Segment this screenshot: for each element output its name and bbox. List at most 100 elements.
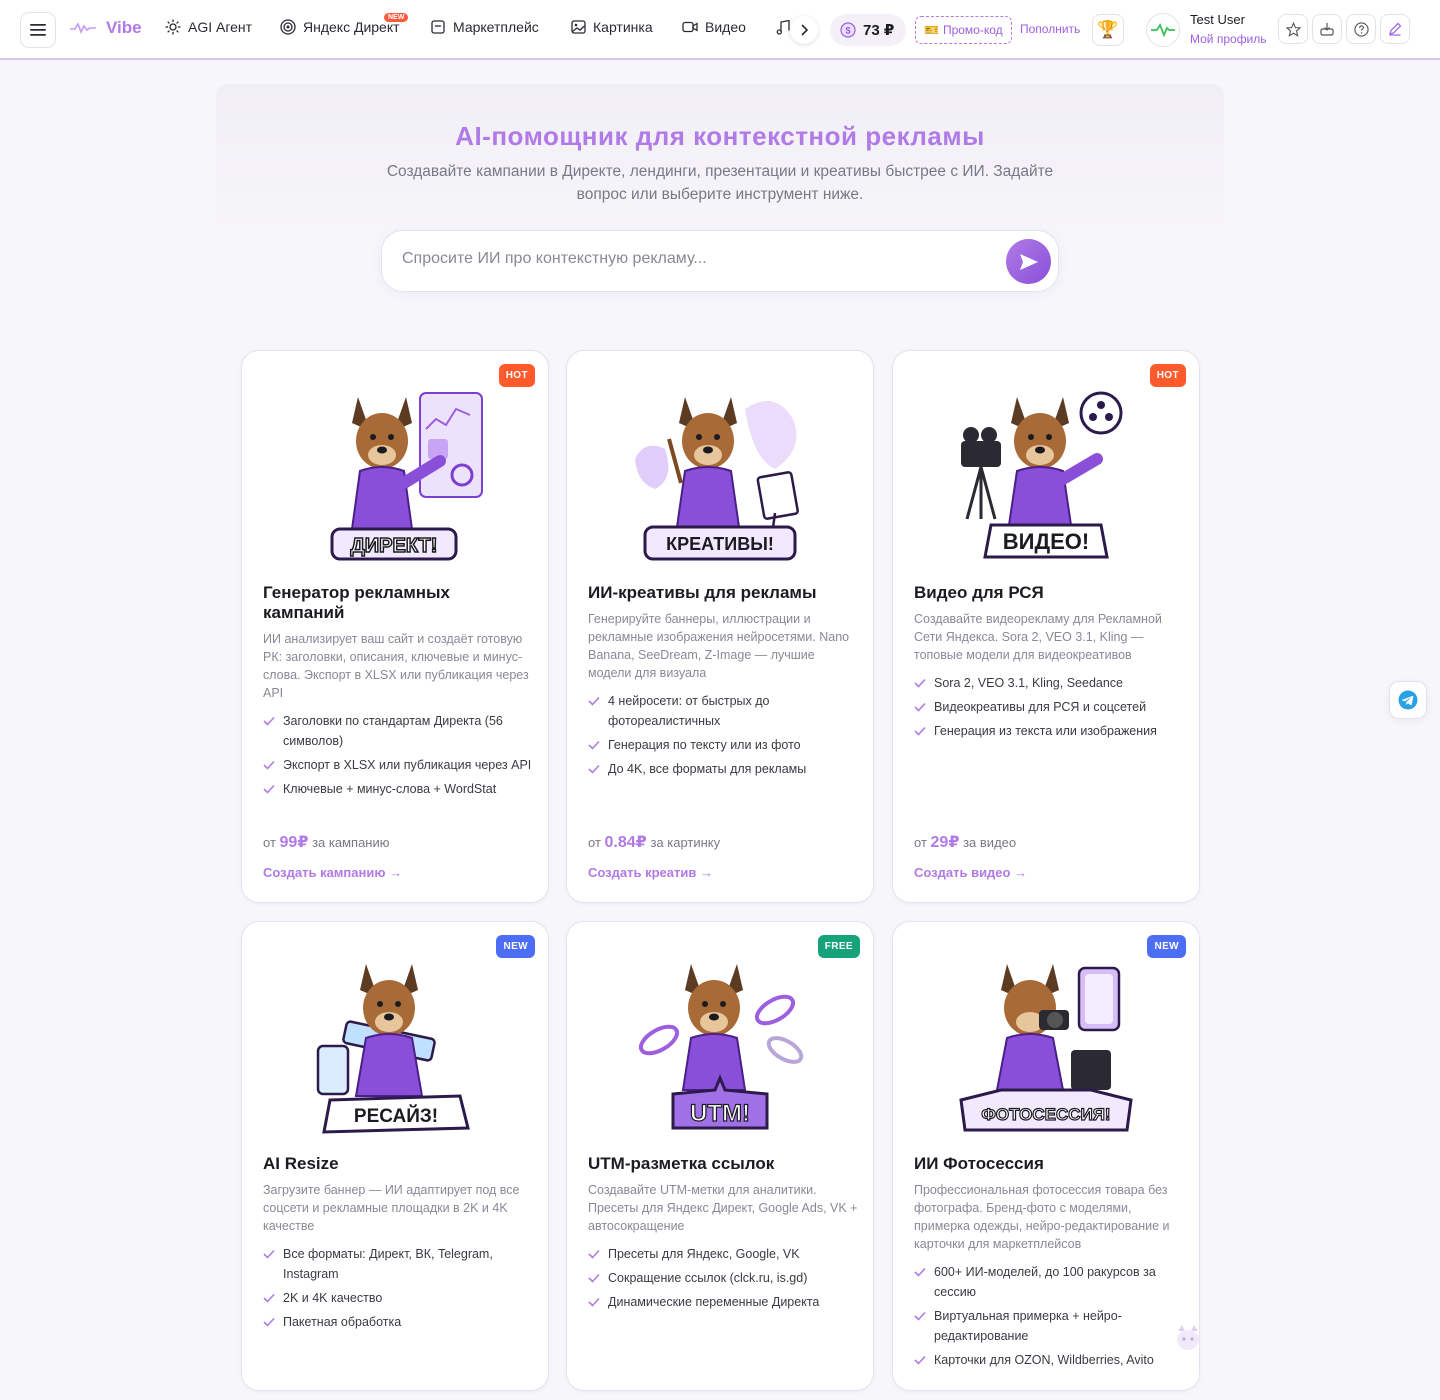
svg-text:$: $ [845, 26, 850, 36]
nav-music[interactable] [775, 19, 791, 35]
nav-label: Видео [705, 19, 746, 35]
card-utm-links[interactable]: FREE UTM! UTM-разметка ссылок Создавайте… [566, 921, 874, 1391]
studio-light-icon [1071, 966, 1121, 1090]
dog-cameraman-illustration: ВИДЕО! [961, 391, 1123, 559]
feature-item: 600+ ИИ-моделей, до 100 ракурсов за сесс… [914, 1262, 1184, 1302]
check-icon [588, 764, 600, 774]
page-title: AI-помощник для контекстной рекламы [455, 121, 985, 151]
feature-list: 600+ ИИ-моделей, до 100 ракурсов за сесс… [914, 1262, 1184, 1374]
telegram-button[interactable] [1389, 681, 1427, 719]
favorites-button[interactable] [1278, 14, 1308, 44]
promo-code-button[interactable]: 🎫 Промо-код [915, 16, 1012, 44]
brand-logo[interactable]: Vibe [70, 18, 142, 38]
feature-item: Заголовки по стандартам Директа (56 симв… [263, 711, 533, 751]
promo-label: Промо-код [942, 23, 1003, 37]
check-icon [914, 1311, 926, 1321]
dashboard-screens-icon [419, 392, 483, 498]
nav-image[interactable]: Картинка [570, 19, 653, 35]
balance-pill[interactable]: $ 73 ₽ [830, 14, 907, 46]
feature-list: 4 нейросети: от быстрых до фотореалистич… [588, 691, 858, 783]
pulse-icon [1151, 23, 1175, 37]
check-icon [588, 740, 600, 750]
card-description: Создавайте видеорекламу для Рекламной Се… [914, 612, 1162, 662]
feature-item: Sora 2, VEO 3.1, Kling, Seedance [914, 673, 1184, 693]
pet-mascot-icon[interactable] [1173, 1323, 1203, 1353]
check-icon [263, 1317, 275, 1327]
check-icon [263, 760, 275, 770]
nav-marketplace[interactable]: Маркетплейс [430, 19, 539, 35]
feature-item: 2K и 4K качество [263, 1288, 533, 1308]
user-name[interactable]: Test User [1190, 12, 1245, 27]
avatar[interactable] [1146, 13, 1180, 47]
check-icon [914, 678, 926, 688]
sticker-text: КРЕАТИВЫ! [666, 534, 774, 554]
ai-question-input[interactable] [402, 250, 982, 268]
profile-link[interactable]: Мой профиль [1190, 32, 1267, 46]
menu-button[interactable] [20, 12, 56, 48]
check-icon [588, 696, 600, 706]
help-button[interactable] [1346, 14, 1376, 44]
ai-ask-box [381, 230, 1059, 292]
new-badge: NEW [1147, 935, 1186, 958]
hot-badge: HOT [498, 364, 535, 387]
sparkle-icon [165, 19, 181, 35]
nav-agi-agent[interactable]: AGI Агент [165, 19, 252, 35]
nav-label: AGI Агент [188, 19, 253, 35]
nav-scroll-right-button[interactable] [790, 16, 818, 44]
new-badge: NEW [496, 935, 535, 958]
card-ai-photoshoot[interactable]: NEW ФОТОСЕССИЯ! ИИ Фотосессия Профессион… [892, 921, 1200, 1391]
feature-item: Ключевые + минус-слова + WordStat [263, 779, 533, 799]
check-icon [914, 702, 926, 712]
card-title: ИИ Фотосессия [914, 1154, 1044, 1173]
card-ai-resize[interactable]: NEW РЕСАЙЗ! AI Resize Загрузите баннер —… [241, 921, 549, 1391]
check-icon [263, 1249, 275, 1259]
trophy-button[interactable]: 🏆 [1092, 14, 1124, 46]
tray-icon [1320, 23, 1334, 36]
topup-link[interactable]: Пополнить [1020, 22, 1080, 36]
telegram-icon [1398, 690, 1418, 710]
nav-label: Картинка [593, 19, 653, 35]
check-icon [914, 1355, 926, 1365]
card-campaign-generator[interactable]: HOT ДИРЕКТ! Генератор рекламных кампаний… [241, 350, 549, 903]
edit-button[interactable] [1380, 14, 1410, 44]
feature-list: Все форматы: Директ, ВК, Telegram, Insta… [263, 1244, 533, 1336]
send-button[interactable] [1006, 239, 1051, 284]
check-icon [263, 784, 275, 794]
check-icon [263, 716, 275, 726]
card-description: ИИ анализирует ваш сайт и создаёт готову… [263, 632, 529, 700]
card-price: от 99₽ за кампанию [263, 834, 390, 851]
new-tag: NEW [384, 13, 409, 22]
feature-list: Пресеты для Яндекс, Google, VK Сокращени… [588, 1244, 858, 1316]
create-video-link[interactable]: Создать видео → [914, 865, 1027, 880]
sticker-text: ДИРЕКТ! [351, 535, 438, 557]
dog-resize-illustration: РЕСАЙЗ! [316, 964, 470, 1134]
nav-video[interactable]: Видео [682, 19, 746, 35]
create-campaign-link[interactable]: Создать кампанию → [263, 865, 402, 880]
card-title: ИИ-креативы для рекламы [588, 583, 817, 602]
download-button[interactable] [1312, 14, 1342, 44]
feature-list: Sora 2, VEO 3.1, Kling, Seedance Видеокр… [914, 673, 1184, 745]
hamburger-icon [30, 24, 46, 36]
card-ai-creatives[interactable]: КРЕАТИВЫ! ИИ-креативы для рекламы Генери… [566, 350, 874, 903]
sticker-text: РЕСАЙЗ! [354, 1105, 438, 1127]
image-icon [570, 19, 586, 35]
card-description: Профессиональная фотосессия товара без ф… [914, 1183, 1170, 1251]
trophy-icon: 🏆 [1097, 20, 1119, 39]
feature-item: Динамические переменные Директа [588, 1292, 858, 1312]
nav-label: Яндекс Директ [303, 19, 400, 35]
balance-amount: 73 ₽ [863, 22, 895, 39]
card-title: UTM-разметка ссылок [588, 1154, 775, 1173]
create-creative-link[interactable]: Создать креатив → [588, 865, 713, 880]
feature-item: Генерация из текста или изображения [914, 721, 1184, 741]
coin-icon: $ [840, 22, 856, 38]
feature-list: Заголовки по стандартам Директа (56 симв… [263, 711, 533, 803]
video-icon [682, 19, 698, 35]
logo-wave-icon [70, 22, 96, 34]
check-icon [588, 1249, 600, 1259]
free-badge: FREE [817, 935, 860, 958]
feature-item: 4 нейросети: от быстрых до фотореалистич… [588, 691, 858, 731]
nav-yandex-direct[interactable]: Яндекс Директ NEW [280, 13, 409, 35]
brand-name: Vibe [106, 18, 142, 37]
movie-camera-icon [961, 427, 1001, 520]
card-video-rsya[interactable]: HOT ВИДЕО! Видео для РСЯ Создавайте виде… [892, 350, 1200, 903]
